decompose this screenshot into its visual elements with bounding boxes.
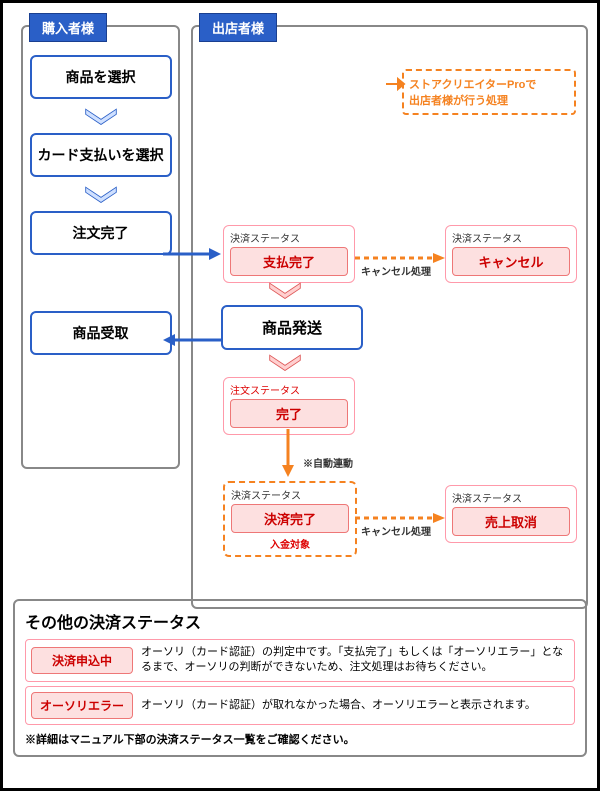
status-desc: オーソリ（カード認証）の判定中です。「支払完了」もしくは「オーソリエラー」となる…	[141, 645, 569, 676]
status-label: 完了	[230, 399, 348, 428]
status-title: 注文ステータス	[230, 382, 348, 397]
status-desc: オーソリ（カード認証）が取れなかった場合、オーソリエラーと表示されます。	[141, 698, 536, 713]
buyer-column: 購入者様 商品を選択 カード支払いを選択 注文完了 商品受取	[21, 25, 180, 469]
chevron-down-icon	[268, 353, 302, 371]
footer-row: 決済申込中 オーソリ（カード認証）の判定中です。「支払完了」もしくは「オーソリエ…	[25, 639, 575, 682]
cancel-process-label: キャンセル処理	[361, 523, 431, 538]
status-label: キャンセル	[452, 247, 570, 276]
arrow-right-icon	[163, 247, 221, 261]
status-cancel: 決済ステータス キャンセル	[445, 225, 577, 283]
buyer-header: 購入者様	[29, 13, 107, 42]
seller-column: 出店者様 ストアクリエイターProで 出店者様が行う処理 決済ステータス 支払完…	[191, 25, 588, 609]
dashed-arrow-icon	[355, 253, 445, 263]
dashed-arrow-icon	[355, 513, 445, 523]
diagram-page: 購入者様 商品を選択 カード支払いを選択 注文完了 商品受取 出店者様 ストアク…	[0, 0, 600, 791]
status-order-done: 注文ステータス 完了	[223, 377, 355, 435]
arrow-right-icon	[386, 77, 404, 91]
status-title: 決済ステータス	[231, 487, 349, 502]
footer-note: ※詳細はマニュアル下部の決済ステータス一覧をご確認ください。	[25, 731, 575, 747]
cancel-process-label: キャンセル処理	[361, 263, 431, 278]
status-payment-done: 決済ステータス 支払完了	[223, 225, 355, 283]
footer-box: その他の決済ステータス 決済申込中 オーソリ（カード認証）の判定中です。「支払完…	[13, 599, 587, 757]
arrow-down-icon	[281, 429, 295, 477]
status-settle-done: 決済ステータス 決済完了 入金対象	[223, 481, 357, 557]
footer-row: オーソリエラー オーソリ（カード認証）が取れなかった場合、オーソリエラーと表示さ…	[25, 686, 575, 725]
chevron-down-icon	[84, 107, 118, 125]
legend-box: ストアクリエイターProで 出店者様が行う処理	[402, 69, 576, 115]
arrow-left-icon	[163, 333, 221, 347]
status-label: 売上取消	[452, 507, 570, 536]
status-tag: オーソリエラー	[31, 692, 133, 719]
status-note: 入金対象	[231, 536, 349, 551]
status-label: 決済完了	[231, 504, 349, 533]
seller-header: 出店者様	[199, 13, 277, 42]
step-receive-product: 商品受取	[30, 311, 172, 355]
status-title: 決済ステータス	[230, 230, 348, 245]
step-ship-product: 商品発送	[221, 305, 363, 350]
status-tag: 決済申込中	[31, 647, 133, 674]
status-title: 決済ステータス	[452, 490, 570, 505]
footer-title: その他の決済ステータス	[25, 609, 575, 633]
chevron-down-icon	[84, 185, 118, 203]
step-order-complete: 注文完了	[30, 211, 172, 255]
auto-link-label: ※自動連動	[303, 455, 353, 470]
status-title: 決済ステータス	[452, 230, 570, 245]
flow-area: 購入者様 商品を選択 カード支払いを選択 注文完了 商品受取 出店者様 ストアク…	[13, 13, 587, 593]
step-select-product: 商品を選択	[30, 55, 172, 99]
status-sale-cancel: 決済ステータス 売上取消	[445, 485, 577, 543]
chevron-down-icon	[268, 281, 302, 299]
status-label: 支払完了	[230, 247, 348, 276]
step-select-card: カード支払いを選択	[30, 133, 172, 177]
